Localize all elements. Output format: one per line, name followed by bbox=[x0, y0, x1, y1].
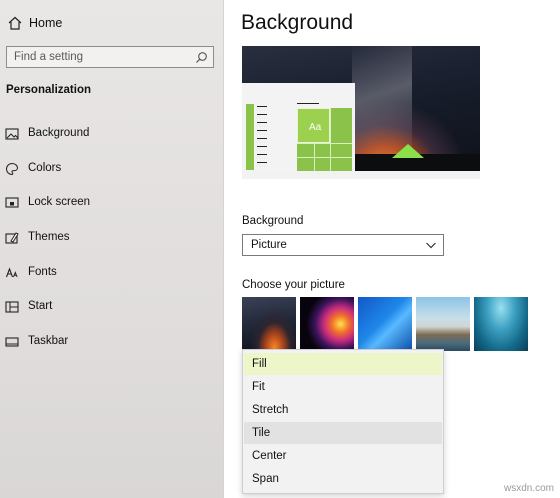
home-label: Home bbox=[29, 16, 63, 30]
preview-menu-line bbox=[257, 138, 267, 139]
palette-icon bbox=[6, 162, 19, 175]
background-preview: Aa bbox=[242, 46, 480, 179]
sidebar-item-colors[interactable]: Colors bbox=[0, 153, 224, 188]
preview-title-line bbox=[297, 103, 319, 104]
home-icon bbox=[8, 16, 22, 30]
home-nav-item[interactable]: Home bbox=[0, 8, 224, 38]
option-label: Tile bbox=[252, 427, 271, 439]
choose-picture-label: Choose your picture bbox=[242, 279, 345, 291]
preview-menu-line bbox=[257, 130, 267, 131]
preview-tile-divider bbox=[297, 143, 352, 144]
search-input[interactable]: Find a setting bbox=[6, 46, 214, 68]
sidebar-item-start[interactable]: Start bbox=[0, 291, 224, 326]
search-icon[interactable] bbox=[195, 51, 208, 64]
fit-option-stretch[interactable]: Stretch bbox=[244, 399, 442, 421]
preview-menu-line bbox=[257, 106, 267, 107]
start-icon bbox=[5, 301, 19, 313]
fit-option-fill[interactable]: Fill bbox=[244, 353, 442, 375]
preview-accent-strip bbox=[246, 104, 254, 170]
option-label: Center bbox=[252, 450, 287, 462]
sidebar-item-background[interactable]: Background bbox=[0, 118, 224, 153]
sidebar-item-label: Taskbar bbox=[28, 335, 69, 348]
background-type-value: Picture bbox=[251, 239, 287, 251]
preview-tile-divider bbox=[314, 143, 315, 171]
sidebar-item-label: Background bbox=[28, 127, 90, 139]
picture-thumbnail[interactable] bbox=[416, 297, 470, 351]
option-label: Stretch bbox=[252, 404, 289, 416]
sidebar-item-fonts[interactable]: Fonts bbox=[0, 257, 224, 292]
picture-thumbnail[interactable] bbox=[474, 297, 528, 351]
picture-icon bbox=[5, 128, 19, 140]
fit-option-span[interactable]: Span bbox=[244, 468, 442, 490]
sidebar-item-label: Themes bbox=[28, 231, 70, 244]
option-label: Span bbox=[252, 473, 279, 485]
taskbar-icon bbox=[5, 337, 19, 347]
themes-icon bbox=[5, 232, 19, 244]
preview-tile-divider bbox=[297, 157, 352, 158]
picture-thumbnail[interactable] bbox=[242, 297, 296, 351]
preview-menu-line bbox=[257, 162, 267, 163]
background-type-select[interactable]: Picture bbox=[242, 234, 444, 256]
picture-thumbnail[interactable] bbox=[358, 297, 412, 351]
sidebar-item-label: Colors bbox=[28, 161, 62, 174]
preview-menu-line bbox=[257, 146, 267, 147]
background-label: Background bbox=[242, 215, 304, 227]
fit-option-fit[interactable]: Fit bbox=[244, 376, 442, 398]
preview-tile-divider bbox=[330, 108, 331, 171]
section-title: Personalization bbox=[6, 84, 91, 96]
sidebar-item-label: Fonts bbox=[28, 265, 57, 278]
search-placeholder: Find a setting bbox=[14, 51, 84, 63]
picture-thumbnails bbox=[242, 297, 542, 353]
fonts-icon bbox=[5, 267, 18, 277]
page-title: Background bbox=[241, 11, 354, 34]
preview-menu-line bbox=[257, 154, 267, 155]
settings-sidebar: Home Find a setting Personalization Back… bbox=[0, 0, 224, 498]
fit-dropdown-list: Fill Fit Stretch Tile Center Span bbox=[242, 349, 444, 494]
preview-menu-line bbox=[257, 114, 267, 115]
sidebar-item-themes[interactable]: Themes bbox=[0, 222, 224, 257]
watermark: wsxdn.com bbox=[503, 483, 554, 494]
preview-menu-line bbox=[257, 122, 267, 123]
sidebar-item-label: Start bbox=[28, 300, 53, 313]
option-label: Fill bbox=[252, 358, 267, 370]
sidebar-nav: Background Colors Lock screen Themes Fon… bbox=[0, 118, 224, 361]
preview-tent bbox=[392, 144, 424, 158]
sidebar-item-taskbar[interactable]: Taskbar bbox=[0, 326, 224, 361]
fit-option-center[interactable]: Center bbox=[244, 445, 442, 467]
sidebar-item-label: Lock screen bbox=[28, 196, 91, 209]
chevron-down-icon bbox=[426, 242, 436, 249]
sidebar-item-lock-screen[interactable]: Lock screen bbox=[0, 187, 224, 222]
option-label: Fit bbox=[252, 381, 265, 393]
fit-option-tile[interactable]: Tile bbox=[244, 422, 442, 444]
lock-screen-icon bbox=[5, 197, 19, 208]
preview-tile-text: Aa bbox=[309, 122, 322, 133]
picture-thumbnail[interactable] bbox=[300, 297, 354, 351]
